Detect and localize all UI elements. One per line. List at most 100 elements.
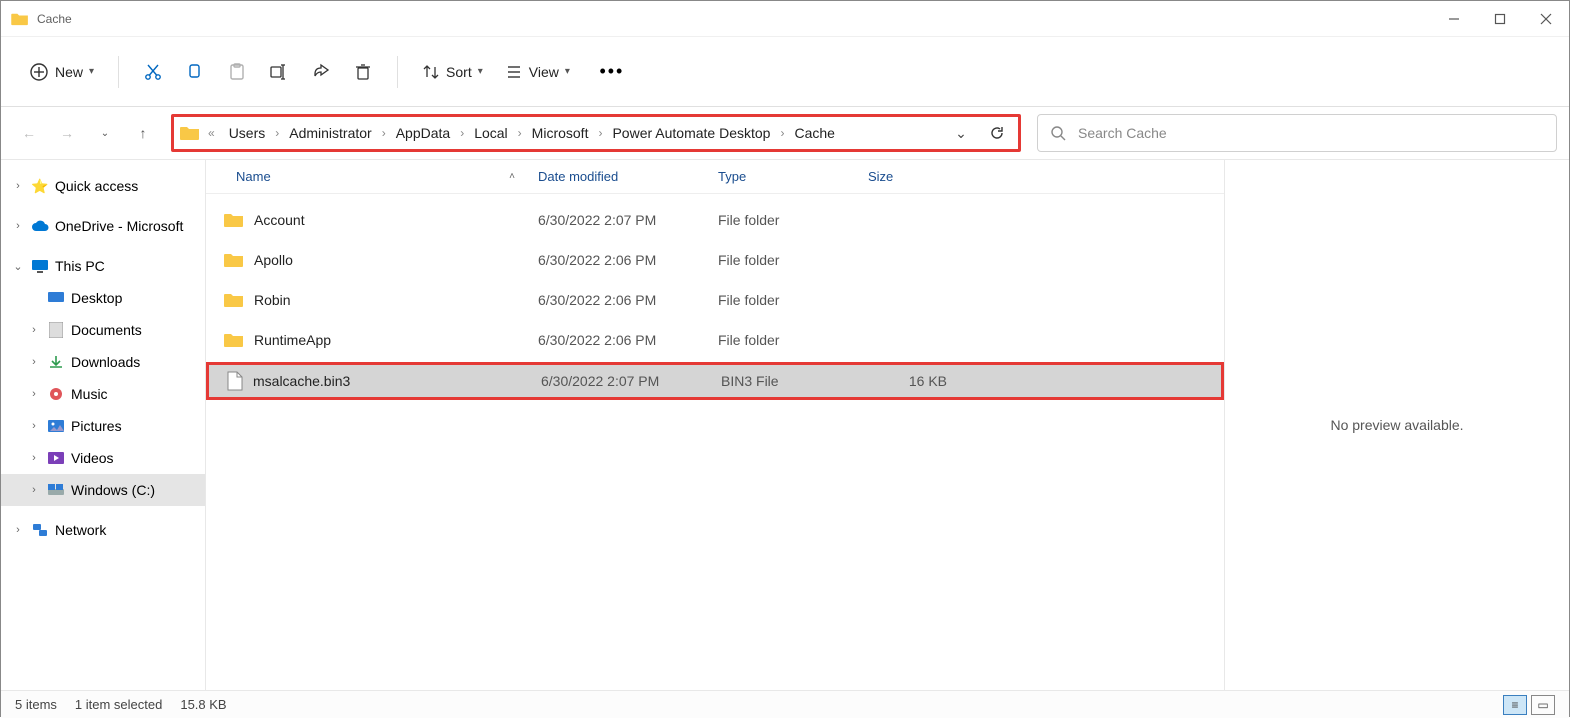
forward-button[interactable]: → [51,117,83,149]
sidebar-item-quick-access[interactable]: › ⭐ Quick access [1,170,205,202]
file-list-pane: Name ˄ Date modified Type Size Account 6… [206,160,1224,690]
sidebar-item-network[interactable]: › Network [1,514,205,546]
minimize-button[interactable] [1431,1,1477,37]
chevron-right-icon: › [27,484,41,496]
column-name[interactable]: Name ˄ [206,160,526,193]
back-button[interactable]: ← [13,117,45,149]
chevron-right-icon: › [11,524,25,536]
chevron-right-icon: › [778,126,786,140]
chevron-right-icon: › [458,126,466,140]
close-button[interactable] [1523,1,1569,37]
search-input[interactable] [1078,125,1544,141]
column-date[interactable]: Date modified [526,160,706,193]
large-icons-view-button[interactable]: ▭ [1531,695,1555,715]
content-area: › ⭐ Quick access › OneDrive - Microsoft … [1,159,1569,690]
folder-icon [224,332,244,348]
table-row[interactable]: RuntimeApp 6/30/2022 2:06 PM File folder [206,320,1224,360]
clipboard-icon [227,62,247,82]
address-bar[interactable]: « Users› Administrator› AppData› Local› … [171,114,1021,152]
sort-indicator-icon: ˄ [509,171,515,182]
sidebar-item-windows-c[interactable]: › Windows (C:) [1,474,205,506]
folder-icon [224,212,244,228]
delete-button[interactable] [343,52,383,92]
picture-icon [47,417,65,435]
file-date: 6/30/2022 2:06 PM [526,252,706,268]
table-row[interactable]: Robin 6/30/2022 2:06 PM File folder [206,280,1224,320]
column-type[interactable]: Type [706,160,856,193]
new-button[interactable]: New ▾ [19,52,104,92]
toolbar: New ▾ Sort ▾ View ▾ ••• [1,37,1569,107]
sidebar-item-downloads[interactable]: › Downloads [1,346,205,378]
refresh-button[interactable] [988,124,1006,142]
file-type: File folder [706,292,856,308]
rename-icon [269,62,289,82]
status-selection: 1 item selected [75,697,162,712]
preview-pane: No preview available. [1224,160,1569,690]
view-button[interactable]: View ▾ [495,52,580,92]
network-icon [31,521,49,539]
paste-button[interactable] [217,52,257,92]
breadcrumb-item[interactable]: Microsoft [526,121,595,145]
address-dropdown-button[interactable]: ⌄ [952,124,970,142]
more-button[interactable]: ••• [592,52,632,92]
file-type: File folder [706,332,856,348]
breadcrumb-item[interactable]: Administrator [283,121,377,145]
copy-button[interactable] [175,52,215,92]
file-type: File folder [706,252,856,268]
truncate-icon[interactable]: « [206,126,217,140]
file-date: 6/30/2022 2:06 PM [526,332,706,348]
maximize-button[interactable] [1477,1,1523,37]
navigation-pane[interactable]: › ⭐ Quick access › OneDrive - Microsoft … [1,160,206,690]
sidebar-item-label: This PC [55,258,105,274]
chevron-right-icon: › [11,220,25,232]
nav-arrows: ← → ⌄ ↑ [13,117,159,149]
breadcrumb-item[interactable]: Users [223,121,272,145]
chevron-right-icon: › [380,126,388,140]
breadcrumb-item[interactable]: Local [468,121,513,145]
star-icon: ⭐ [31,177,49,195]
sidebar-item-desktop[interactable]: Desktop [1,282,205,314]
chevron-right-icon: › [273,126,281,140]
table-row[interactable]: Account 6/30/2022 2:07 PM File folder [206,200,1224,240]
drive-icon [47,481,65,499]
sort-label: Sort [446,64,472,80]
folder-icon [11,12,29,26]
chevron-right-icon: › [27,452,41,464]
ellipsis-icon: ••• [599,61,624,82]
sidebar-item-pictures[interactable]: › Pictures [1,410,205,442]
sidebar-item-label: Videos [71,450,114,466]
file-name: RuntimeApp [254,332,331,348]
refresh-icon [989,125,1005,141]
sidebar-item-label: Pictures [71,418,122,434]
up-button[interactable]: ↑ [127,117,159,149]
plus-circle-icon [29,62,49,82]
status-item-count: 5 items [15,697,57,712]
column-label: Name [236,169,271,184]
sort-button[interactable]: Sort ▾ [412,52,493,92]
music-icon [47,385,65,403]
sidebar-item-onedrive[interactable]: › OneDrive - Microsoft [1,210,205,242]
file-name: Robin [254,292,291,308]
breadcrumb-item[interactable]: Cache [788,121,840,145]
chevron-down-icon: ⌄ [955,125,967,142]
cut-button[interactable] [133,52,173,92]
sidebar-item-videos[interactable]: › Videos [1,442,205,474]
recent-locations-button[interactable]: ⌄ [89,117,121,149]
sidebar-item-label: Music [71,386,108,402]
sidebar-item-documents[interactable]: › Documents [1,314,205,346]
chevron-right-icon: › [516,126,524,140]
rename-button[interactable] [259,52,299,92]
share-button[interactable] [301,52,341,92]
table-row[interactable]: Apollo 6/30/2022 2:06 PM File folder [206,240,1224,280]
breadcrumb-item[interactable]: AppData [390,121,456,145]
column-size[interactable]: Size [856,160,956,193]
sidebar-item-music[interactable]: › Music [1,378,205,410]
view-label: View [529,64,559,80]
table-row-selected[interactable]: msalcache.bin3 6/30/2022 2:07 PM BIN3 Fi… [206,362,1224,400]
details-view-button[interactable]: ≡ [1503,695,1527,715]
sidebar-item-this-pc[interactable]: ⌄ This PC [1,250,205,282]
search-box[interactable] [1037,114,1557,152]
breadcrumb-item[interactable]: Power Automate Desktop [606,121,776,145]
file-name: msalcache.bin3 [253,373,350,389]
column-headers: Name ˄ Date modified Type Size [206,160,1224,194]
